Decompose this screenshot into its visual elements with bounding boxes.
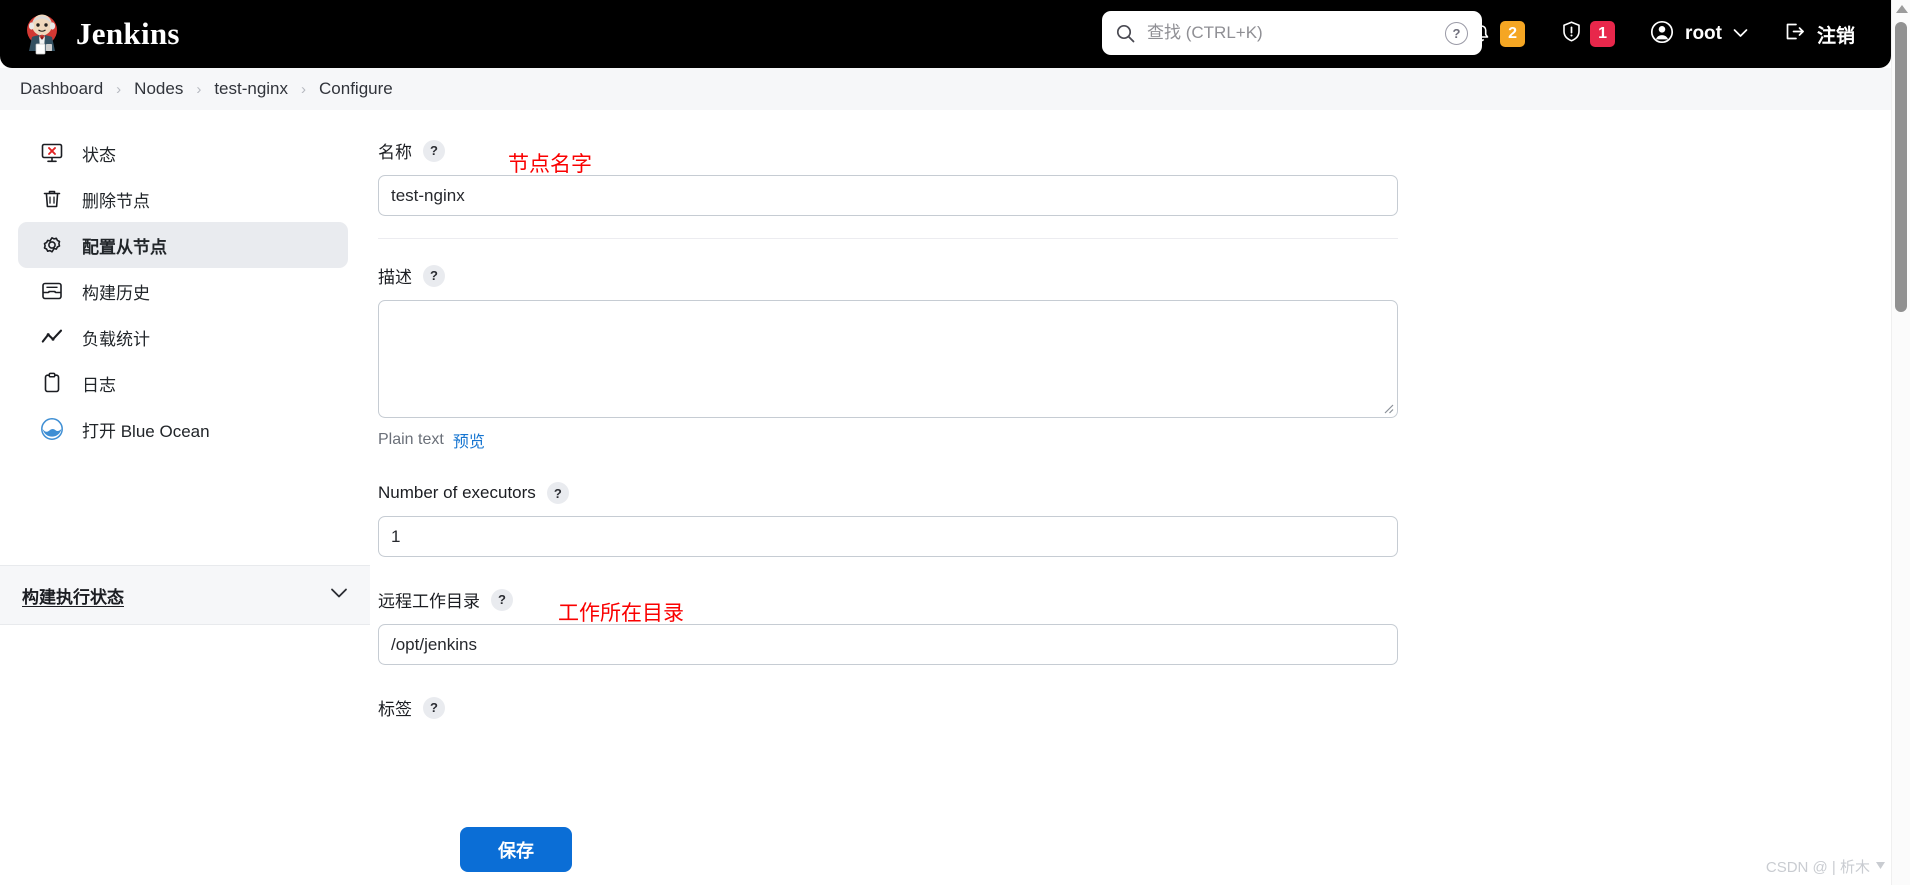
labels-help-icon[interactable]: ?	[423, 696, 445, 719]
field-labels: 标签 ?	[378, 695, 1891, 720]
clipboard-icon	[40, 371, 64, 395]
description-help-icon[interactable]: ?	[423, 264, 445, 287]
user-name-label: root	[1685, 23, 1722, 44]
executors-input[interactable]: 1	[378, 516, 1398, 557]
field-number-of-executors: Number of executors ? 1	[378, 482, 1891, 557]
sidebar-item-label: 负载统计	[82, 329, 150, 349]
panel-divider-bottom	[0, 624, 370, 625]
scrollbar-thumb[interactable]	[1895, 22, 1907, 312]
person-circle-icon	[1649, 19, 1675, 50]
form-footer-bar	[370, 826, 1891, 885]
security-warnings-button[interactable]: 1	[1551, 0, 1623, 68]
field-description: 描述 ? Plain text 预览	[378, 263, 1891, 452]
breadcrumb-separator: ›	[301, 80, 307, 98]
name-field-label: 名称	[378, 143, 412, 162]
field-remote-root-directory: 远程工作目录 ? /opt/jenkins 工作所在目录	[378, 587, 1891, 665]
jenkins-brand-link[interactable]: Jenkins	[22, 13, 180, 55]
sidebar-item-label: 状态	[82, 145, 116, 165]
sidebar-item-configure-node[interactable]: 配置从节点	[18, 222, 348, 268]
executors-field-label: Number of executors	[378, 483, 536, 502]
sidebar-item-build-history[interactable]: 构建历史	[18, 268, 348, 314]
monitor-error-icon	[40, 141, 64, 165]
description-field-label: 描述	[378, 268, 412, 287]
chevron-down-icon	[1733, 25, 1748, 43]
sidebar-item-blue-ocean[interactable]: 打开 Blue Ocean	[18, 406, 348, 452]
build-executor-status-panel: 构建执行状态	[0, 565, 370, 625]
sidebar-item-label: 配置从节点	[82, 237, 167, 257]
logout-button[interactable]: 注销	[1774, 0, 1863, 68]
name-input-value: test-nginx	[391, 185, 465, 205]
search-icon	[1116, 24, 1135, 43]
notifications-button[interactable]: 2	[1461, 0, 1533, 68]
logout-label: 注销	[1816, 25, 1855, 47]
breadcrumb-item-dashboard[interactable]: Dashboard	[20, 79, 103, 99]
sidebar-item-load-statistics[interactable]: 负载统计	[18, 314, 348, 360]
executors-help-icon[interactable]: ?	[546, 482, 569, 504]
brand-title: Jenkins	[76, 16, 180, 51]
description-preview-link[interactable]: 预览	[453, 428, 485, 452]
inbox-icon	[40, 279, 64, 303]
node-configuration-form: 名称 ? test-nginx 节点名字 描述 ? Plain text 预览 …	[370, 110, 1891, 885]
name-input[interactable]: test-nginx	[378, 175, 1398, 216]
trash-icon	[40, 187, 64, 211]
scroll-up-arrow-icon[interactable]	[1896, 5, 1908, 13]
remote-dir-input-value: /opt/jenkins	[391, 634, 477, 654]
sidebar-item-delete-node[interactable]: 删除节点	[18, 176, 348, 222]
breadcrumb-item-test-nginx[interactable]: test-nginx	[214, 79, 288, 99]
remote-dir-field-label: 远程工作目录	[378, 592, 480, 611]
name-help-icon[interactable]: ?	[423, 139, 445, 162]
search-input[interactable]	[1147, 23, 1445, 43]
gear-icon	[40, 233, 64, 257]
app-header: Jenkins ? 2	[0, 0, 1891, 68]
notification-count-badge: 2	[1500, 21, 1526, 47]
save-button[interactable]: 保存	[460, 827, 572, 872]
description-textarea[interactable]	[378, 300, 1398, 418]
jenkins-butler-logo	[22, 13, 62, 55]
labels-field-label: 标签	[378, 700, 412, 719]
sidebar-item-logs[interactable]: 日志	[18, 360, 348, 406]
executors-input-value: 1	[391, 526, 401, 546]
bell-icon	[1469, 19, 1494, 49]
sidebar-item-label: 日志	[82, 375, 116, 395]
breadcrumb: Dashboard › Nodes › test-nginx › Configu…	[0, 68, 1891, 110]
remote-dir-input[interactable]: /opt/jenkins	[378, 624, 1398, 665]
build-executor-status-title: 构建执行状态	[22, 587, 124, 607]
breadcrumb-separator: ›	[196, 80, 202, 98]
sidebar-item-label: 构建历史	[82, 283, 150, 303]
trend-line-icon	[40, 325, 64, 349]
logout-icon	[1782, 19, 1807, 49]
field-name: 名称 ? test-nginx 节点名字	[378, 138, 1891, 216]
page-scrollbar[interactable]	[1891, 0, 1910, 885]
blue-ocean-icon	[40, 417, 64, 441]
security-count-badge: 1	[1590, 21, 1616, 47]
build-executor-status-toggle[interactable]: 构建执行状态	[0, 566, 370, 624]
description-plain-text-note: Plain text	[378, 431, 444, 448]
sidebar-item-label: 打开 Blue Ocean	[82, 421, 210, 441]
user-menu-button[interactable]: root	[1641, 0, 1756, 68]
sidebar-item-label: 删除节点	[82, 191, 150, 211]
header-actions: 2 1 root 注销	[1461, 0, 1863, 68]
remote-dir-help-icon[interactable]: ?	[491, 588, 513, 611]
shield-exclamation-icon	[1559, 19, 1584, 49]
sidebar: 状态 删除节点 配置从节点 构建历史 负载统计 日志 打开 Blue Ocean…	[0, 110, 370, 885]
chevron-down-icon[interactable]	[330, 586, 348, 604]
resize-handle-icon[interactable]	[1381, 401, 1394, 414]
breadcrumb-item-nodes[interactable]: Nodes	[134, 79, 183, 99]
breadcrumb-item-configure[interactable]: Configure	[319, 79, 393, 99]
jenkins-node-configure-page: Jenkins ? 2	[0, 0, 1910, 885]
global-search-box[interactable]: ?	[1102, 11, 1482, 55]
breadcrumb-separator: ›	[116, 80, 122, 98]
sidebar-item-status[interactable]: 状态	[18, 130, 348, 176]
